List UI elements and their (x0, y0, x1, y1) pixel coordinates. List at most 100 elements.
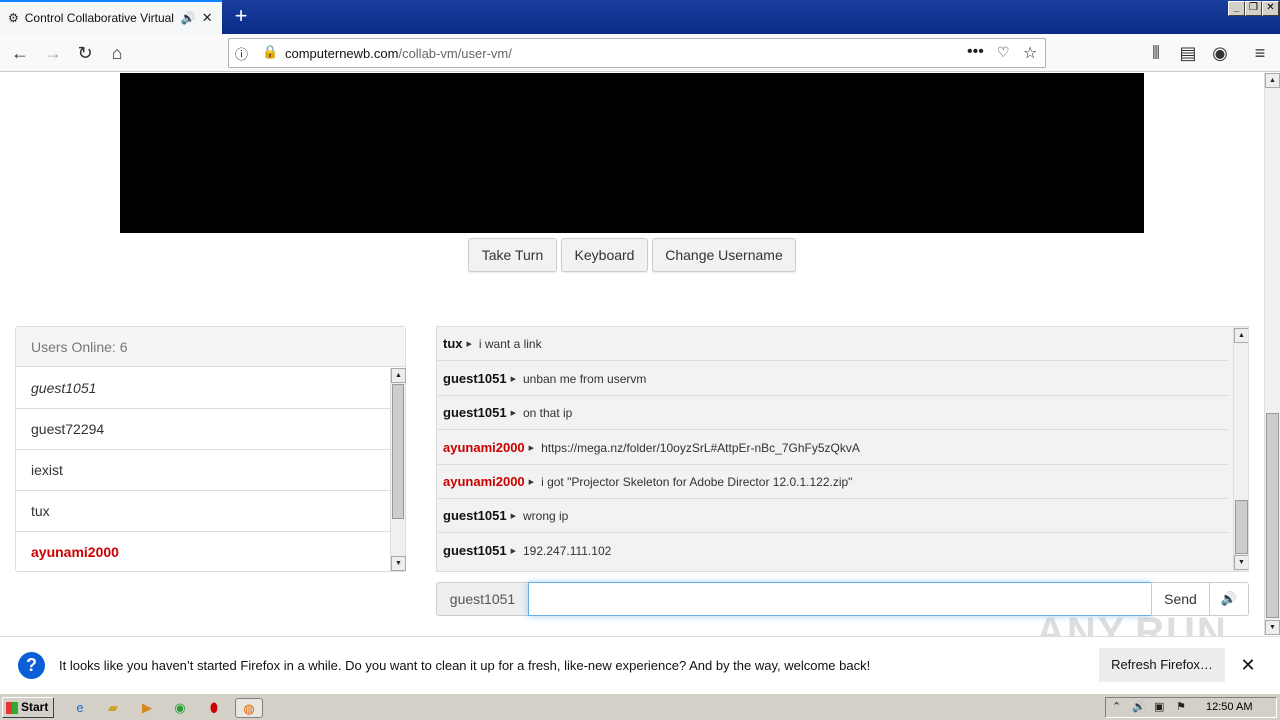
chat-username[interactable]: ayunami2000 (443, 474, 525, 489)
chat-message: ayunami2000 ▶ https://mega.nz/folder/10oyz… (437, 431, 1229, 465)
page-actions-icon[interactable]: ••• (967, 43, 984, 61)
page-scrollbar[interactable]: ▲ ▼ (1264, 73, 1280, 635)
chrome-icon[interactable]: ◉ (170, 698, 190, 718)
ie-icon[interactable]: e (70, 698, 90, 718)
scroll-up-icon[interactable]: ▲ (391, 368, 406, 383)
restore-button[interactable]: ❐ (1245, 1, 1262, 16)
chat-text: unban me from uservm (522, 372, 647, 386)
tray-network-icon[interactable]: ▣ (1154, 700, 1164, 713)
account-icon[interactable]: ◉ (1209, 42, 1231, 64)
notification-text: It looks like you haven’t started Firefo… (59, 658, 871, 673)
clock: 12:50 AM (1206, 701, 1253, 713)
arrow-icon: ▶ (466, 340, 472, 348)
chat-text: on that ip (522, 406, 573, 420)
menu-icon[interactable]: ≡ (1249, 42, 1271, 64)
folder-icon[interactable]: ▰ (103, 698, 123, 718)
chat-username[interactable]: tux (443, 336, 463, 351)
chat-text: wrong ip (522, 509, 569, 523)
tray-flag-icon[interactable]: ⚑ (1176, 700, 1186, 713)
arrow-icon: ▶ (510, 512, 516, 520)
chat-username[interactable]: guest1051 (443, 371, 507, 386)
close-icon[interactable]: ✕ (1238, 655, 1258, 675)
browser-tab[interactable]: ⚙ Control Collaborative Virtual M 🔊 ✕ (0, 0, 222, 34)
scroll-thumb[interactable] (392, 384, 404, 519)
site-info-icon[interactable]: ⓘ (235, 44, 248, 63)
url-path: /collab-vm/user-vm/ (398, 46, 512, 61)
user-item[interactable]: iexist (16, 450, 390, 491)
media-player-icon[interactable]: ▶ (137, 698, 157, 718)
vm-display[interactable] (120, 73, 1144, 233)
tab-close-icon[interactable]: ✕ (202, 10, 213, 26)
take-turn-button[interactable]: Take Turn (468, 238, 557, 272)
back-icon[interactable]: ← (9, 42, 31, 64)
sidebar-icon[interactable]: ▤ (1177, 42, 1199, 64)
notification-bar: ? It looks like you haven’t started Fire… (0, 636, 1280, 693)
chat-text: i want a link (478, 337, 542, 351)
start-button[interactable]: Start (2, 697, 54, 718)
chat-message: ayunami2000 ▶ i got "Projector Skeleton fo… (437, 465, 1229, 499)
arrow-icon: ▶ (510, 547, 516, 555)
arrow-icon: ▶ (510, 375, 516, 383)
url-host: computernewb.com (285, 46, 399, 61)
scroll-up-icon[interactable]: ▲ (1234, 328, 1248, 343)
start-label: Start (21, 700, 49, 714)
forward-icon[interactable]: → (42, 42, 64, 64)
speaker-icon[interactable]: 🔊 (181, 11, 196, 25)
bookmark-star-icon[interactable]: ☆ (1023, 43, 1037, 63)
chat-text[interactable]: https://mega.nz/folder/10oyzSrL#AttpEr-n… (541, 441, 860, 455)
scroll-up-icon[interactable]: ▲ (1265, 73, 1280, 88)
scroll-thumb[interactable] (1235, 500, 1248, 554)
user-item-admin[interactable]: ayunami2000 (16, 532, 390, 573)
chat-scrollbar[interactable]: ▲ ▼ (1233, 327, 1248, 571)
chat-username[interactable]: ayunami2000 (443, 440, 525, 455)
users-online-panel: Users Online: 6 guest1051 guest72294 iex… (15, 326, 406, 572)
close-window-button[interactable]: ✕ (1262, 1, 1279, 16)
browser-tab-strip: ⚙ Control Collaborative Virtual M 🔊 ✕ + … (0, 0, 1280, 34)
scroll-thumb[interactable] (1266, 413, 1279, 618)
home-icon[interactable]: ⌂ (106, 42, 128, 64)
url-text[interactable]: computernewb.com/collab-vm/user-vm/ (285, 46, 512, 61)
user-item[interactable]: guest72294 (16, 409, 390, 450)
tray-expand-icon[interactable]: ⌃ (1112, 700, 1121, 713)
minimize-button[interactable]: _ (1228, 1, 1245, 16)
taskbar: Start e ▰ ▶ ◉ ⬮ ◍ ⌃ 🔊 ▣ ⚑ 12:50 AM (0, 693, 1280, 720)
site-favicon-icon: ⚙ (8, 11, 19, 25)
chat-message: guest1051 ▶ wrong ip (437, 499, 1229, 533)
arrow-icon: ▶ (528, 478, 535, 486)
chat-username[interactable]: guest1051 (443, 508, 507, 523)
chat-username[interactable]: guest1051 (443, 543, 507, 558)
insecure-lock-icon[interactable]: 🔒 (262, 44, 278, 60)
arrow-icon: ▶ (510, 409, 516, 417)
keyboard-button[interactable]: Keyboard (561, 238, 648, 272)
navigation-toolbar: ← → ↻ ⌂ ⓘ 🔒 computernewb.com/collab-vm/u… (0, 34, 1280, 72)
windows-logo-icon (6, 702, 18, 714)
address-bar[interactable]: ⓘ 🔒 computernewb.com/collab-vm/user-vm/ … (228, 38, 1046, 68)
scroll-down-icon[interactable]: ▼ (1234, 555, 1248, 570)
user-item[interactable]: tux (16, 491, 390, 532)
scroll-down-icon[interactable]: ▼ (1265, 620, 1280, 635)
system-tray: ⌃ 🔊 ▣ ⚑ 12:50 AM (1105, 697, 1277, 718)
reload-icon[interactable]: ↻ (74, 42, 96, 64)
chat-message: guest1051 ▶ unban me from uservm (437, 362, 1229, 396)
tray-volume-icon[interactable]: 🔊 (1132, 700, 1146, 713)
refresh-firefox-button[interactable]: Refresh Firefox… (1099, 648, 1225, 682)
chat-message: guest1051 ▶ 192.247.111.102 (437, 534, 1229, 568)
pocket-icon[interactable]: ♡ (997, 44, 1010, 61)
opera-icon[interactable]: ⬮ (204, 698, 224, 718)
new-tab-button[interactable]: + (228, 4, 254, 30)
question-icon: ? (18, 652, 45, 679)
tab-title: Control Collaborative Virtual M (24, 11, 175, 25)
library-icon[interactable]: ⫴ (1145, 42, 1167, 64)
users-online-header: Users Online: 6 (16, 327, 405, 367)
user-item[interactable]: guest1051 (16, 368, 390, 409)
chat-message: guest1051 ▶ on that ip (437, 396, 1229, 430)
change-username-button[interactable]: Change Username (652, 238, 796, 272)
chat-panel: tux ▶ i want a link guest1051 ▶ unban me fro… (436, 326, 1249, 572)
chat-username[interactable]: guest1051 (443, 405, 507, 420)
arrow-icon: ▶ (528, 444, 535, 452)
chat-text: i got "Projector Skeleton for Adobe Dire… (541, 475, 853, 489)
firefox-taskbar-icon[interactable]: ◍ (235, 698, 263, 718)
users-scrollbar[interactable]: ▲ ▼ (390, 368, 406, 571)
scroll-down-icon[interactable]: ▼ (391, 556, 406, 571)
chat-text: 192.247.111.102 (522, 544, 612, 558)
